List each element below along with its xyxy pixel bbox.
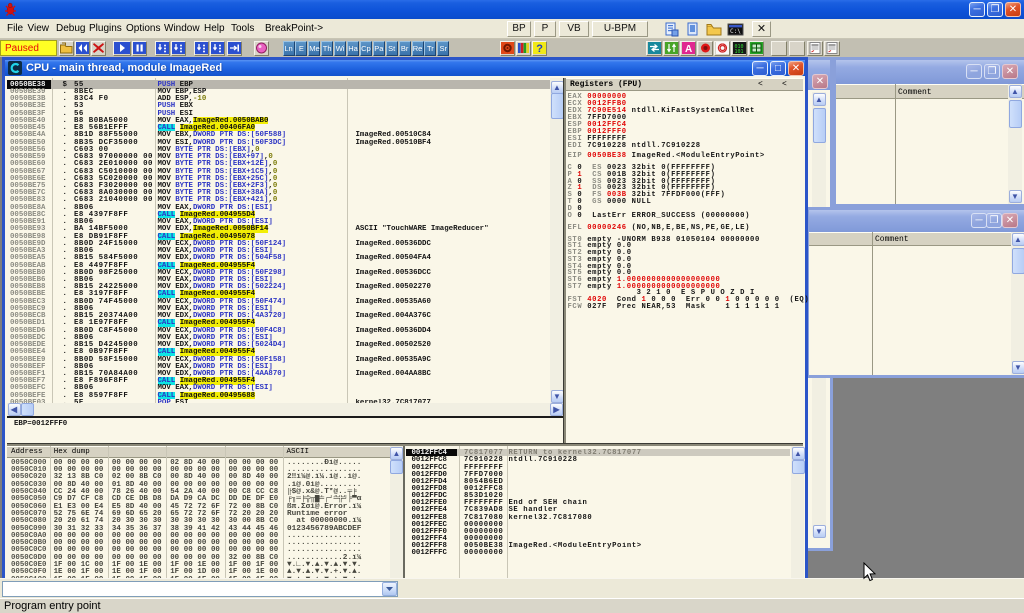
svg-text:A: A <box>685 44 692 54</box>
svg-text:?: ? <box>536 43 543 54</box>
svg-text:C:\: C:\ <box>730 28 741 35</box>
svg-text:101: 101 <box>734 49 743 54</box>
